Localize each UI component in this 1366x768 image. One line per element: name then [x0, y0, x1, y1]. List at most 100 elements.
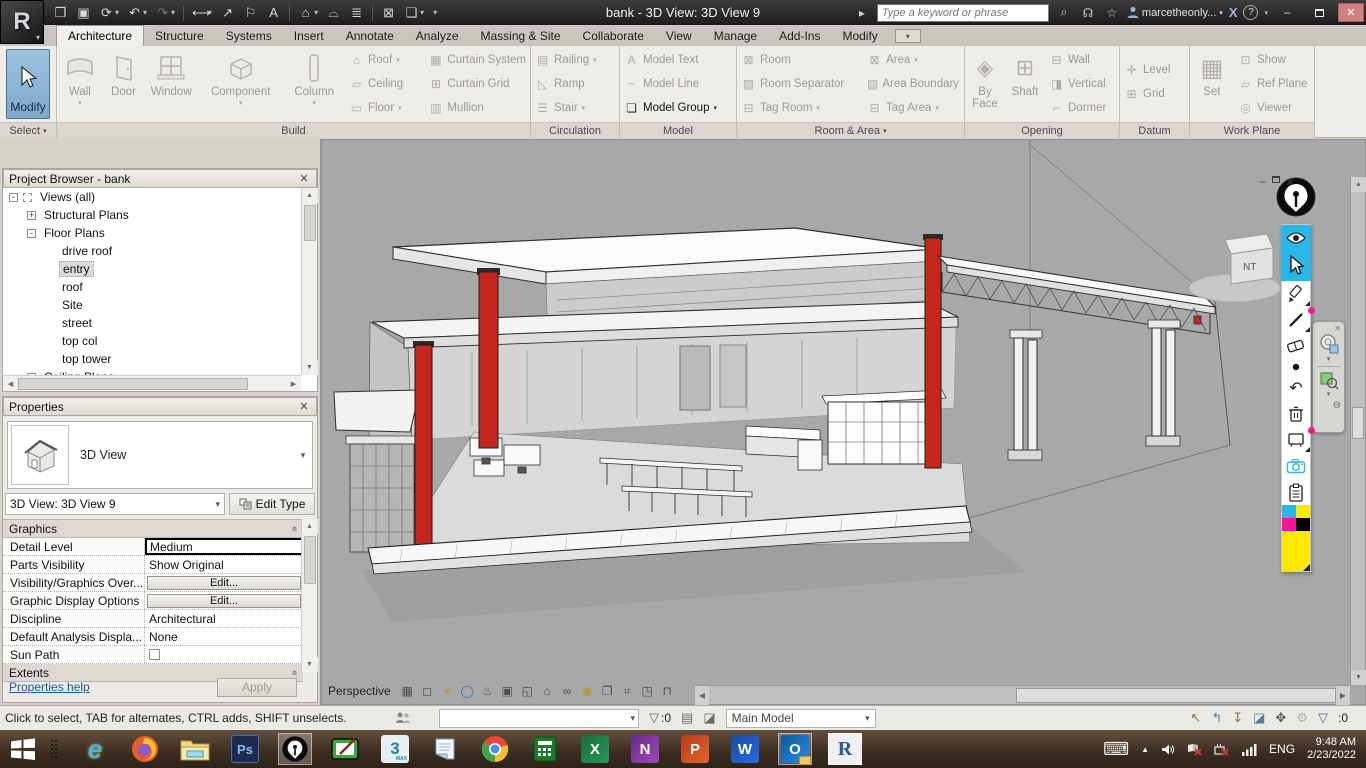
- tab-add-ins[interactable]: Add-Ins: [768, 26, 831, 46]
- room-button[interactable]: ⊠ Room: [737, 48, 863, 72]
- project-browser-tree[interactable]: - Views (all) + Structural Plans - Floor Pl…: [3, 188, 301, 375]
- thin-lines-button[interactable]: ≣: [346, 2, 367, 23]
- selection-filter-icon[interactable]: ▽: [1318, 710, 1328, 726]
- undo-annotation-button[interactable]: ↶: [1281, 375, 1311, 401]
- shaft-button[interactable]: ⊞ Shaft: [1005, 48, 1045, 120]
- steering-wheel-icon[interactable]: [1318, 333, 1340, 355]
- column-button[interactable]: Column ▾: [283, 48, 345, 120]
- text-button[interactable]: A: [263, 2, 284, 23]
- restore-button[interactable]: [1306, 3, 1332, 22]
- mullion-button[interactable]: ▥ Mullion: [424, 96, 530, 120]
- collapse-icon[interactable]: -: [9, 192, 18, 202]
- zoom-icon[interactable]: [1319, 370, 1339, 390]
- ref-plane-button[interactable]: ▱ Ref Plane: [1234, 72, 1312, 96]
- tab-modify[interactable]: Modify: [831, 26, 888, 46]
- dormer-button[interactable]: ⌐ Dormer: [1045, 96, 1117, 120]
- tree-item-ceiling-plans[interactable]: -Ceiling Plans: [3, 368, 301, 375]
- tag-by-category-button[interactable]: ⚐: [240, 2, 261, 23]
- default-analysis-value[interactable]: None: [145, 628, 303, 645]
- taskbar-onenote[interactable]: N: [628, 733, 662, 765]
- signal-bars-icon[interactable]: [1241, 743, 1257, 756]
- color-swatch-cyan[interactable]: [1282, 505, 1296, 518]
- tree-item-floor-plans[interactable]: - Floor Plans: [3, 224, 301, 242]
- touch-keyboard-icon[interactable]: ⌨: [1103, 739, 1129, 760]
- chevron-down-icon[interactable]: ▾: [1327, 355, 1331, 363]
- taskbar-notepad[interactable]: [428, 733, 462, 765]
- taskbar-word[interactable]: W: [728, 733, 762, 765]
- select-links-icon[interactable]: ↖: [1190, 710, 1201, 726]
- drag-elements-on-selection-icon[interactable]: ✥: [1275, 710, 1286, 726]
- workset-filter-icon[interactable]: ▽:0: [649, 710, 671, 726]
- design-option-combo[interactable]: Main Model ▾: [725, 708, 876, 728]
- clipboard-button[interactable]: [1281, 479, 1311, 505]
- properties-title[interactable]: Properties ✕: [3, 397, 317, 416]
- account-menu[interactable]: marcetheonly... ▾: [1127, 6, 1223, 19]
- view-close-button[interactable]: ✕: [1286, 176, 1295, 189]
- highlight-displacement-sets-icon[interactable]: ◳: [640, 684, 655, 698]
- screenshot-button[interactable]: [1281, 453, 1311, 479]
- select-elements-by-face-icon[interactable]: ◪: [1253, 710, 1265, 726]
- collapse-icon[interactable]: -: [27, 228, 36, 238]
- section-graphics[interactable]: Graphics «: [3, 520, 303, 538]
- close-icon[interactable]: ✕: [297, 400, 311, 413]
- modify-button[interactable]: Modify: [6, 49, 50, 119]
- temporary-hide-isolate-icon[interactable]: ∞: [560, 684, 575, 698]
- search-input[interactable]: [876, 3, 1049, 22]
- vertical-opening-button[interactable]: ◨ Vertical: [1045, 72, 1117, 96]
- select-tool-button[interactable]: [1281, 251, 1311, 281]
- taskbar-excel[interactable]: X: [578, 733, 612, 765]
- model-text-button[interactable]: A Model Text: [620, 48, 735, 72]
- taskbar-calculator[interactable]: [528, 733, 562, 765]
- window-button[interactable]: Window: [144, 48, 198, 120]
- battery-icon[interactable]: [1214, 743, 1229, 756]
- ceiling-button[interactable]: ▱ Ceiling: [345, 72, 424, 96]
- collapse-section-icon[interactable]: «: [289, 670, 300, 675]
- drawing-area[interactable]: – ✕ NT ✕ ▾ ▾ ⊖ ↶ Perspective ▦ ◻ ☀ ◯ ♨ ▣…: [321, 139, 1366, 705]
- discipline-value[interactable]: Architectural: [145, 610, 303, 627]
- project-browser-title[interactable]: Project Browser - bank ✕: [3, 169, 317, 188]
- pen-tool-button[interactable]: [1281, 281, 1311, 307]
- model-group-button[interactable]: ❏ Model Group ▾: [620, 96, 735, 120]
- model-line-button[interactable]: ~ Model Line: [620, 72, 735, 96]
- pen-size-dot[interactable]: [1281, 359, 1311, 375]
- door-button[interactable]: Door: [103, 48, 145, 120]
- taskbar-epic-pen[interactable]: [278, 733, 312, 765]
- viewport-hscrollbar[interactable]: ◀ ▶: [695, 685, 1350, 705]
- taskbar-outlook[interactable]: O: [778, 733, 812, 765]
- lock-3d-view-icon[interactable]: ⌂: [540, 684, 555, 698]
- scroll-thumb[interactable]: [1016, 687, 1336, 703]
- select-pinned-elements-icon[interactable]: ↧: [1232, 710, 1243, 726]
- tab-collaborate[interactable]: Collaborate: [572, 26, 655, 46]
- tree-item-roof[interactable]: roof: [3, 278, 301, 296]
- viewport-vscrollbar[interactable]: ▲ ▼: [1350, 177, 1366, 685]
- favorites-star-icon[interactable]: ☆: [1103, 6, 1121, 20]
- taskbar-file-explorer[interactable]: [178, 733, 212, 765]
- 3d-model-canvas[interactable]: [322, 140, 1353, 687]
- roof-button[interactable]: ⌂ Roof ▾: [345, 48, 424, 72]
- component-button[interactable]: Component ▾: [198, 48, 283, 120]
- shadows-icon[interactable]: ◯: [460, 684, 475, 698]
- show-crop-region-icon[interactable]: ◱: [520, 684, 535, 698]
- open-file-button[interactable]: ❒: [50, 2, 71, 23]
- network-flag-icon[interactable]: [1187, 743, 1202, 756]
- search-binoculars-icon[interactable]: ⌕: [1055, 5, 1073, 20]
- taskbar-3ds-max[interactable]: 3 MAX: [378, 733, 412, 765]
- properties-help-link[interactable]: Properties help: [9, 680, 90, 694]
- color-swatch-yellow[interactable]: [1296, 505, 1310, 518]
- view-restore-button[interactable]: [1271, 176, 1280, 183]
- scroll-thumb[interactable]: [1352, 407, 1364, 439]
- select-underlay-elements-icon[interactable]: ↰: [1211, 710, 1222, 726]
- area-boundary-button[interactable]: ▧ Area Boundary: [863, 72, 963, 96]
- line-tool-button[interactable]: [1281, 307, 1315, 333]
- hidden-icons-chevron[interactable]: ▲: [1141, 745, 1149, 754]
- tab-insert[interactable]: Insert: [283, 26, 335, 46]
- whiteboard-button[interactable]: [1281, 427, 1315, 453]
- color-swatch-magenta[interactable]: [1282, 518, 1296, 531]
- tab-view[interactable]: View: [655, 26, 703, 46]
- type-selector[interactable]: 3D View ▾: [7, 421, 313, 489]
- viewer-button[interactable]: ◎ Viewer: [1234, 96, 1312, 120]
- tree-item-top-col[interactable]: top col: [3, 332, 301, 350]
- clock[interactable]: 9:48 AM 2/23/2022: [1307, 736, 1356, 762]
- tree-item-views-all[interactable]: - Views (all): [3, 188, 301, 206]
- detail-level-value[interactable]: Medium: [145, 538, 303, 555]
